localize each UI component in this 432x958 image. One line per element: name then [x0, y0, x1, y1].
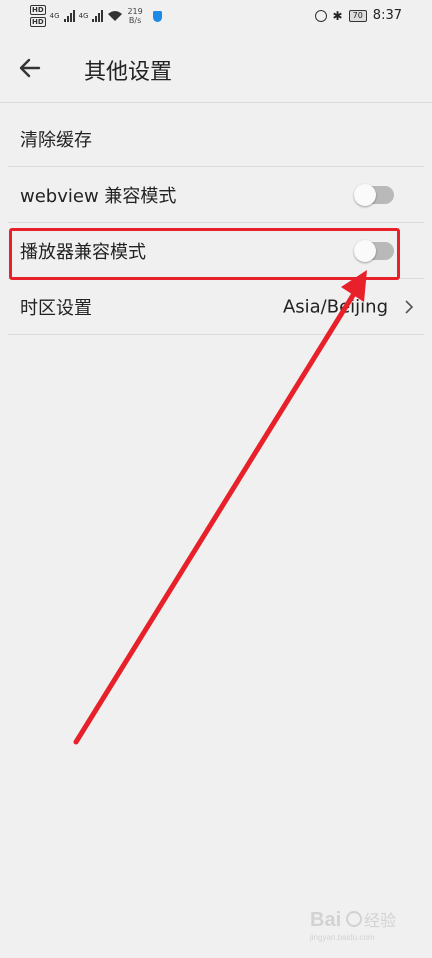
- svg-text:经验: 经验: [364, 911, 396, 930]
- setting-label: 时区设置: [20, 297, 92, 319]
- back-button[interactable]: [14, 52, 46, 84]
- network-speed: 219 B/s: [127, 7, 142, 25]
- hd-badge: HD: [30, 17, 46, 27]
- settings-list: 清除缓存 webview 兼容模式 播放器兼容模式 时区设置 Asia/Beij…: [8, 112, 424, 335]
- page-title: 其他设置: [84, 60, 173, 85]
- wifi-icon: [108, 11, 123, 21]
- network-label: 4G: [78, 12, 89, 20]
- alarm-icon: [314, 9, 327, 22]
- status-left: HD HD 4G 4G 219 B/s: [30, 5, 162, 27]
- status-bar: HD HD 4G 4G 219 B/s ✱ 70 8:37: [0, 0, 432, 34]
- svg-text:jingyan.baidu.com: jingyan.baidu.com: [310, 933, 375, 942]
- hd-badge: HD: [30, 5, 46, 15]
- speed-unit: B/s: [128, 16, 142, 25]
- setting-clear-cache[interactable]: 清除缓存: [8, 112, 424, 167]
- arrow-left-icon: [19, 58, 41, 78]
- webview-compat-toggle[interactable]: [354, 183, 394, 206]
- shield-icon: [152, 10, 162, 22]
- setting-timezone[interactable]: 时区设置 Asia/Beijing: [8, 279, 424, 335]
- chevron-right-icon: [405, 299, 414, 314]
- signal-icon: [63, 10, 75, 22]
- signal-icon: [92, 10, 104, 22]
- bluetooth-icon: ✱: [332, 8, 343, 23]
- battery-indicator: 70: [348, 9, 367, 22]
- status-right: ✱ 70 8:37: [314, 8, 402, 23]
- network-label: 4G: [49, 12, 60, 20]
- toggle-knob: [354, 183, 376, 206]
- hd-badges: HD HD: [30, 5, 46, 27]
- setting-player-compat: 播放器兼容模式: [8, 223, 424, 279]
- svg-text:Bai: Bai: [310, 909, 341, 931]
- setting-label: webview 兼容模式: [20, 185, 177, 207]
- toggle-knob: [354, 239, 376, 262]
- app-header: 其他设置: [0, 34, 432, 103]
- setting-label: 播放器兼容模式: [20, 241, 146, 263]
- setting-webview-compat: webview 兼容模式: [8, 167, 424, 223]
- setting-label: 清除缓存: [20, 130, 92, 151]
- status-time: 8:37: [372, 8, 402, 23]
- player-compat-toggle[interactable]: [354, 239, 394, 262]
- baidu-jingyan-watermark: Bai 经验 jingyan.baidu.com: [310, 909, 396, 942]
- speed-value: 219: [127, 7, 143, 16]
- timezone-value: Asia/Beijing: [282, 296, 388, 317]
